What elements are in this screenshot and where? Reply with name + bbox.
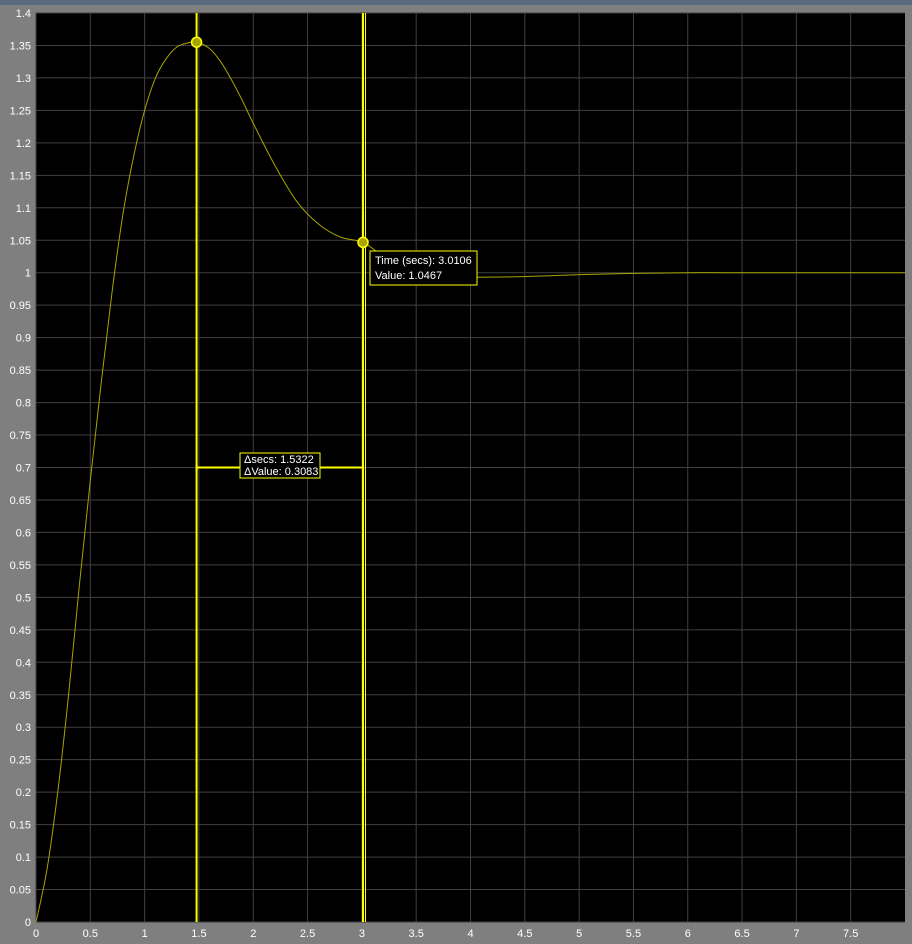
x-tick-label: 5: [576, 928, 582, 940]
x-tick-label: 6: [685, 928, 691, 940]
y-tick-label: 1.25: [10, 105, 31, 117]
x-tick-label: 0.5: [83, 928, 98, 940]
y-tick-label: 0.85: [10, 365, 31, 377]
y-tick-label: 0.4: [16, 657, 31, 669]
y-tick-label: 0.25: [10, 755, 31, 767]
y-tick-label: 0.3: [16, 722, 31, 734]
y-tick-label: 1.3: [16, 73, 31, 85]
y-tick-label: 0.45: [10, 625, 31, 637]
y-tick-label: 1.4: [16, 8, 31, 20]
y-tick-labels: 0 0.05 0.1 0.15 0.2 0.25 0.3 0.35 0.4 0.45 0.5 0.55…: [10, 8, 31, 929]
y-tick-label: 1.15: [10, 170, 31, 182]
x-tick-labels: 0 0.5 1 1.5 2 2.5 3 3.5 4 4.5 5 5.5 6 6.5 7 7.5: [33, 928, 858, 940]
y-tick-label: 0.05: [10, 885, 31, 897]
x-tick-label: 5.5: [626, 928, 641, 940]
y-tick-label: 1.1: [16, 203, 31, 215]
y-tick-label: 0.95: [10, 300, 31, 312]
y-tick-label: 0.9: [16, 333, 31, 345]
y-tick-label: 1.05: [10, 235, 31, 247]
y-tick-label: 0.65: [10, 495, 31, 507]
y-tick-label: 0.55: [10, 560, 31, 572]
x-tick-label: 3: [359, 928, 365, 940]
y-tick-label: 0.1: [16, 852, 31, 864]
y-tick-label: 1.2: [16, 138, 31, 150]
y-tick-label: 0.15: [10, 820, 31, 832]
y-tick-label: 1.35: [10, 40, 31, 52]
y-tick-label: 0.2: [16, 787, 31, 799]
x-tick-label: 4.5: [517, 928, 532, 940]
y-tick-label: 0.35: [10, 690, 31, 702]
delta-readout-value: ΔValue: 0.3083: [244, 466, 318, 478]
cursor-readout-time: Time (secs): 3.0106: [375, 255, 472, 267]
cursor-readout-box: Time (secs): 3.0106 Value: 1.0467: [369, 250, 478, 286]
x-tick-label: 0: [33, 928, 39, 940]
delta-readout-box: Δsecs: 1.5322 ΔValue: 0.3083: [239, 452, 321, 479]
cursor-2-marker[interactable]: [357, 236, 369, 249]
y-tick-label: 0.5: [16, 592, 31, 604]
y-tick-label: 1: [25, 268, 31, 280]
x-tick-label: 3.5: [409, 928, 424, 940]
delta-readout-secs: Δsecs: 1.5322: [244, 454, 314, 466]
y-tick-label: 0.75: [10, 430, 31, 442]
scope-plot: 0 0.5 1 1.5 2 2.5 3 3.5 4 4.5 5 5.5 6 6.5 7 7.5 0 0.05 0.…: [10, 8, 905, 940]
x-tick-label: 1.5: [191, 928, 206, 940]
y-tick-label: 0.8: [16, 398, 31, 410]
x-tick-label: 4: [467, 928, 473, 940]
x-tick-label: 7.5: [843, 928, 858, 940]
x-tick-label: 1: [142, 928, 148, 940]
x-tick-label: 2: [250, 928, 256, 940]
x-tick-label: 7: [793, 928, 799, 940]
y-tick-label: 0.6: [16, 527, 31, 539]
x-tick-label: 6.5: [734, 928, 749, 940]
x-tick-label: 2.5: [300, 928, 315, 940]
y-tick-label: 0: [25, 917, 31, 929]
cursor-readout-value: Value: 1.0467: [375, 270, 442, 282]
y-tick-label: 0.7: [16, 463, 31, 475]
cursor-1-marker[interactable]: [190, 36, 203, 48]
